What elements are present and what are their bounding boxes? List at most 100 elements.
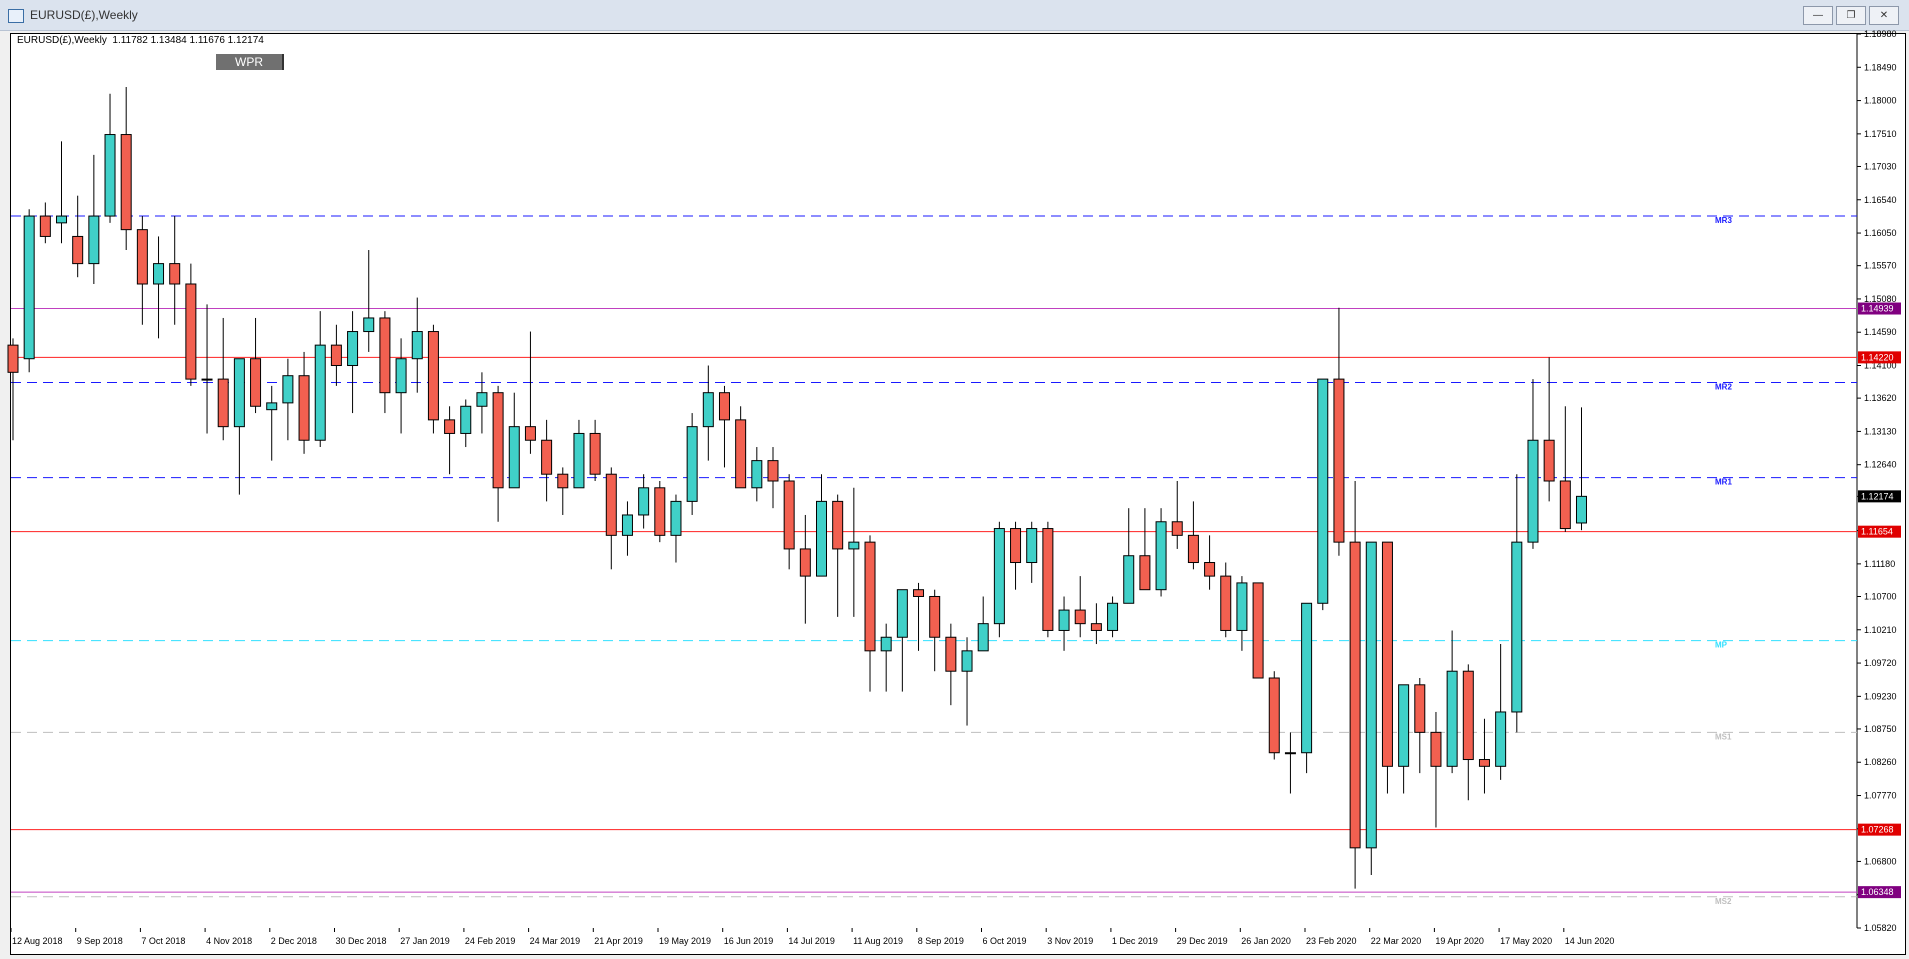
pivot-label-mr3: MR3 — [1715, 216, 1732, 225]
candle-body — [1349, 541, 1361, 849]
price-tag-label: 1.07268 — [1861, 825, 1894, 835]
candle-body — [686, 426, 698, 502]
candle-body — [1365, 541, 1377, 849]
candle-body — [767, 460, 779, 482]
candle-body — [993, 528, 1005, 625]
candle-body — [1543, 439, 1555, 482]
pivot-label-ms2: MS2 — [1715, 897, 1732, 906]
candle-body — [1204, 562, 1216, 577]
candle-body — [201, 378, 213, 381]
candle-body — [169, 263, 181, 285]
wpr-indicator-button[interactable]: WPR — [216, 54, 284, 70]
candle-body — [460, 405, 472, 434]
x-tick-label: 11 Aug 2019 — [853, 936, 903, 946]
price-tag-label: 1.06348 — [1861, 887, 1894, 897]
candle-body — [1333, 378, 1345, 543]
candle-body — [1462, 670, 1474, 761]
price-tag-label: 1.11654 — [1861, 527, 1893, 537]
y-tick-label: 1.08260 — [1864, 757, 1897, 767]
candle-body — [638, 487, 650, 516]
candle-body — [589, 432, 601, 475]
candle-body — [395, 358, 407, 394]
x-tick-label: 24 Feb 2019 — [465, 936, 516, 946]
y-tick-label: 1.14590 — [1864, 327, 1897, 337]
y-tick-label: 1.10210 — [1864, 625, 1897, 635]
x-tick-label: 14 Jun 2020 — [1565, 936, 1615, 946]
candle-body — [524, 426, 536, 441]
candle-body — [929, 595, 941, 638]
candle-body — [1317, 378, 1329, 604]
candle-body — [1074, 609, 1086, 625]
candle-body — [541, 439, 553, 475]
price-tag-label: 1.12174 — [1861, 491, 1894, 501]
candle-body — [1527, 439, 1539, 543]
y-tick-label: 1.18980 — [1864, 29, 1897, 39]
candle-body — [961, 650, 973, 672]
y-tick-label: 1.18490 — [1864, 62, 1897, 72]
candle-body — [1187, 534, 1199, 564]
candle-body — [217, 378, 229, 428]
candle-body — [363, 317, 375, 333]
x-tick-label: 4 Nov 2018 — [206, 936, 252, 946]
pivot-label-mr2: MR2 — [1715, 382, 1732, 391]
candle-body — [670, 500, 682, 536]
x-tick-label: 1 Dec 2019 — [1112, 936, 1158, 946]
candle-body — [1042, 528, 1054, 631]
candle-body — [605, 473, 617, 536]
y-tick-label: 1.06800 — [1864, 856, 1897, 866]
price-tag-label: 1.14220 — [1861, 352, 1894, 362]
candle-body — [104, 134, 116, 217]
candle-body — [492, 392, 504, 489]
y-tick-label: 1.13130 — [1864, 426, 1897, 436]
candle-body — [56, 215, 68, 224]
candle-body — [185, 283, 197, 380]
candle-body — [347, 331, 359, 367]
y-tick-label: 1.16540 — [1864, 195, 1897, 205]
candle-body — [913, 589, 925, 597]
y-tick-label: 1.09720 — [1864, 658, 1897, 668]
candle-body — [1446, 670, 1458, 767]
candle-body — [1090, 623, 1102, 631]
candle-body — [233, 358, 245, 428]
candle-body — [298, 375, 310, 441]
candle-body — [120, 134, 132, 231]
candle-body — [1252, 582, 1264, 679]
candle-body — [1414, 684, 1426, 733]
y-tick-label: 1.11180 — [1864, 559, 1895, 569]
candle-body — [411, 331, 423, 360]
x-tick-label: 3 Nov 2019 — [1047, 936, 1093, 946]
candle-body — [23, 215, 35, 360]
x-tick-label: 22 Mar 2020 — [1371, 936, 1422, 946]
x-tick-label: 19 May 2019 — [659, 936, 711, 946]
x-tick-label: 24 Mar 2019 — [530, 936, 581, 946]
candle-body — [880, 636, 892, 652]
candle-body — [1284, 752, 1296, 755]
candlestick-chart[interactable]: 1.18980 1.18490 1.18000 1.17510 1.17030 1.165… — [0, 0, 1909, 959]
candle-body — [718, 392, 730, 421]
candle-body — [88, 215, 100, 265]
x-tick-label: 9 Sep 2018 — [77, 936, 123, 946]
y-tick-label: 1.16050 — [1864, 228, 1897, 238]
x-tick-label: 8 Sep 2019 — [918, 936, 964, 946]
y-tick-label: 1.12640 — [1864, 460, 1897, 470]
ohlc-header: EURUSD(£),Weekly 1.11782 1.13484 1.11676… — [17, 35, 264, 46]
candle-body — [1495, 711, 1507, 767]
candle-body — [379, 317, 391, 394]
candle-body — [1268, 677, 1280, 754]
candle-body — [330, 344, 342, 367]
y-tick-label: 1.08750 — [1864, 724, 1897, 734]
x-tick-label: 29 Dec 2019 — [1177, 936, 1228, 946]
x-tick-label: 7 Oct 2018 — [141, 936, 185, 946]
candle-body — [1575, 495, 1587, 524]
candle-body — [573, 432, 585, 489]
y-tick-label: 1.18000 — [1864, 96, 1897, 106]
candle-body — [945, 636, 957, 672]
candle-body — [444, 419, 456, 434]
candle-body — [1171, 521, 1183, 536]
x-tick-label: 23 Feb 2020 — [1306, 936, 1357, 946]
candle-body — [72, 235, 84, 265]
candle-body — [427, 331, 439, 421]
y-tick-label: 1.17510 — [1864, 129, 1897, 139]
candle-body — [799, 548, 811, 577]
candle-body — [1123, 555, 1135, 604]
